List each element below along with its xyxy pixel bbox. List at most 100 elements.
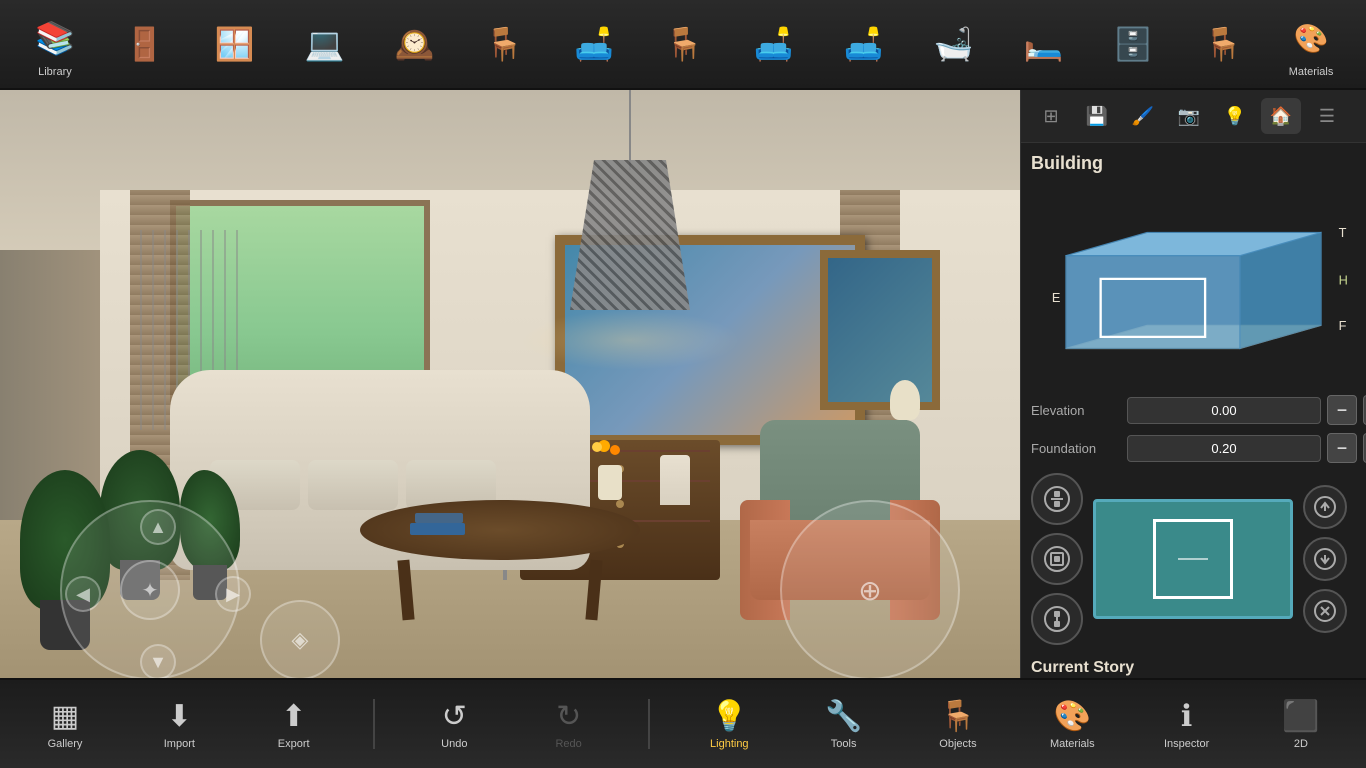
svg-text:E: E	[1052, 290, 1061, 305]
main-scene: ✦ ▲ ▼ ◀ ▶ ◈ ⊕	[0, 90, 1020, 700]
gallery-label: Gallery	[48, 738, 83, 750]
undo-icon: ↺	[442, 699, 467, 734]
2d-icon: ⬛	[1282, 699, 1319, 734]
bottom-lighting[interactable]: 💡 Lighting	[684, 684, 774, 764]
materials-icon: 🎨	[1283, 10, 1339, 66]
add-floor-icon	[1043, 485, 1071, 513]
toolbar-bathtub[interactable]: 🛁	[911, 4, 997, 84]
bottom-tools[interactable]: 🔧 Tools	[799, 684, 889, 764]
redo-label: Redo	[555, 738, 581, 750]
library-icon: 📚	[27, 10, 83, 66]
add-floor-button[interactable]	[1031, 473, 1083, 525]
delete-icon	[1313, 599, 1337, 623]
move-up-mini-button[interactable]	[1303, 485, 1347, 529]
bottom-materials[interactable]: 🎨 Materials	[1027, 684, 1117, 764]
books	[410, 515, 470, 535]
objects-icon: 🪑	[939, 699, 976, 734]
select-floor-icon	[1043, 545, 1071, 573]
foundation-input[interactable]	[1127, 435, 1321, 462]
nav-down-button[interactable]: ▼	[140, 644, 176, 680]
clock-icon: 🕰️	[386, 16, 442, 72]
toolbar-sofa-pink[interactable]: 🛋️	[731, 4, 817, 84]
white-vase	[660, 455, 690, 505]
toolbar-armchair-yellow[interactable]: 🛋️	[551, 4, 637, 84]
flower-vase	[590, 440, 630, 500]
export-label: Export	[278, 738, 310, 750]
bathtub-icon: 🛁	[926, 16, 982, 72]
lighting-label: Lighting	[710, 738, 749, 750]
import-label: Import	[164, 738, 195, 750]
bottom-objects[interactable]: 🪑 Objects	[913, 684, 1003, 764]
toolbar-chair-red2[interactable]: 🪑	[1180, 4, 1266, 84]
building-3d-svg: T H E F	[1031, 186, 1356, 383]
sofa-pink-icon: 🛋️	[746, 16, 802, 72]
delete-mini-button[interactable]	[1303, 589, 1347, 633]
select-floor-button[interactable]	[1031, 533, 1083, 585]
toolbar-sofa-yellow[interactable]: 🛋️	[821, 4, 907, 84]
toolbar-bed[interactable]: 🛏️	[1000, 4, 1086, 84]
hanging-lamp	[560, 90, 700, 370]
cabinet-icon: 🗄️	[1105, 16, 1161, 72]
toolbar-divider-1	[373, 699, 375, 749]
left-action-buttons	[1031, 473, 1083, 645]
toolbar-divider-2	[648, 699, 650, 749]
toolbar-window-item[interactable]: 🪟	[192, 4, 278, 84]
bottom-export[interactable]: ⬆ Export	[249, 684, 339, 764]
bottom-redo[interactable]: ↻ Redo	[524, 684, 614, 764]
tab-build[interactable]: ⊞	[1031, 98, 1071, 134]
toolbar-door[interactable]: 🚪	[102, 4, 188, 84]
tab-home[interactable]: 🏠	[1261, 98, 1301, 134]
toolbar-chair-red[interactable]: 🪑	[461, 4, 547, 84]
toolbar-library[interactable]: 📚 Library	[12, 4, 98, 84]
bottom-import[interactable]: ⬇ Import	[134, 684, 224, 764]
objects-label: Objects	[939, 738, 976, 750]
elevation-label: Elevation	[1031, 403, 1121, 418]
right-mini-buttons	[1303, 485, 1347, 633]
2d-label: 2D	[1294, 738, 1308, 750]
laptop-icon: 💻	[297, 16, 353, 72]
foundation-row: Foundation − +	[1031, 433, 1356, 463]
current-story-title: Current Story	[1031, 659, 1356, 677]
undo-label: Undo	[441, 738, 467, 750]
toolbar-cabinet[interactable]: 🗄️	[1090, 4, 1176, 84]
toolbar-materials[interactable]: 🎨 Materials	[1268, 4, 1354, 84]
toolbar-clock[interactable]: 🕰️	[371, 4, 457, 84]
bottom-undo[interactable]: ↺ Undo	[409, 684, 499, 764]
move-down-icon	[1313, 547, 1337, 571]
add-below-button[interactable]	[1031, 593, 1083, 645]
move-down-mini-button[interactable]	[1303, 537, 1347, 581]
bottom-2d[interactable]: ⬛ 2D	[1256, 684, 1346, 764]
floor-plan-inner	[1153, 519, 1233, 599]
elevation-decrease-button[interactable]: −	[1327, 395, 1357, 425]
move-up-icon	[1313, 495, 1337, 519]
materials-label: Materials	[1289, 66, 1334, 78]
nav-left-button[interactable]: ◀	[65, 576, 101, 612]
foundation-decrease-button[interactable]: −	[1327, 433, 1357, 463]
svg-text:T: T	[1339, 225, 1347, 240]
export-icon: ⬆	[281, 699, 306, 734]
nav-center-button[interactable]: ✦	[120, 560, 180, 620]
bottom-materials-icon: 🎨	[1054, 699, 1091, 734]
elevation-input[interactable]	[1127, 397, 1321, 424]
tab-photo[interactable]: 📷	[1169, 98, 1209, 134]
tab-paint[interactable]: 🖌️	[1123, 98, 1163, 134]
inspector-icon: ℹ	[1181, 699, 1192, 734]
right-panel: ⊞ 💾 🖌️ 📷 💡 🏠 ☰ Building T H	[1020, 90, 1366, 768]
nav-right-button[interactable]: ▶	[215, 576, 251, 612]
door-icon: 🚪	[117, 16, 173, 72]
panel-content: Building T H E F Eleva	[1021, 143, 1366, 768]
toolbar-chair-pink[interactable]: 🪑	[641, 4, 727, 84]
toolbar-laptop[interactable]: 💻	[282, 4, 368, 84]
panel-tabs: ⊞ 💾 🖌️ 📷 💡 🏠 ☰	[1021, 90, 1366, 143]
bottom-inspector[interactable]: ℹ Inspector	[1142, 684, 1232, 764]
tab-light[interactable]: 💡	[1215, 98, 1255, 134]
floor-plan-thumbnail[interactable]	[1093, 499, 1293, 619]
bottom-materials-label: Materials	[1050, 738, 1095, 750]
elevation-row: Elevation − +	[1031, 395, 1356, 425]
tab-list[interactable]: ☰	[1307, 98, 1347, 134]
nav-up-button[interactable]: ▲	[140, 509, 176, 545]
tab-save[interactable]: 💾	[1077, 98, 1117, 134]
bottom-gallery[interactable]: ▦ Gallery	[20, 684, 110, 764]
nav-rotate-button[interactable]: ⊕	[780, 500, 960, 680]
nav-pan-button[interactable]: ◈	[260, 600, 340, 680]
